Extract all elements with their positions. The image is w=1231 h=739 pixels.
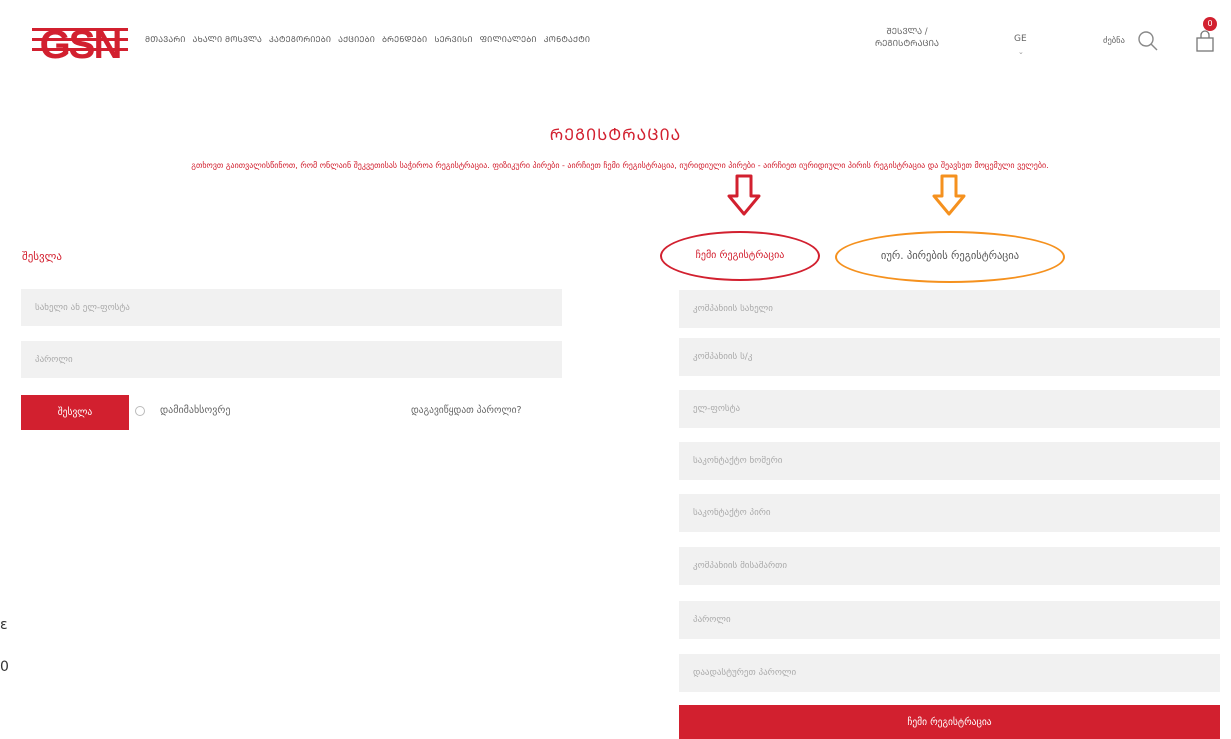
login-heading: შესვლა: [22, 250, 62, 263]
company-address-input[interactable]: [679, 547, 1220, 585]
red-arrow-down-icon: [727, 174, 761, 216]
register-password-input[interactable]: [679, 601, 1220, 639]
nav-item-branches[interactable]: ᲤᲘᲚᲘᲐᲚᲔᲑᲘ: [480, 34, 537, 45]
main-nav: ᲛᲗᲐᲕᲐᲠᲘ ᲐᲮᲐᲚᲘ ᲛᲝᲡᲕᲚᲐ ᲙᲐᲢᲔᲒᲝᲠᲘᲔᲑᲘ ᲐᲥᲪᲘᲔᲑᲘ…: [145, 34, 590, 45]
company-id-input[interactable]: [679, 338, 1220, 376]
nav-item-service[interactable]: ᲡᲔᲠᲕᲘᲡᲘ: [434, 34, 472, 45]
nav-item-sales[interactable]: ᲐᲥᲪᲘᲔᲑᲘ: [338, 34, 375, 45]
page-title: ᲠᲔᲒᲘᲡᲢᲠᲐᲪᲘᲐ: [549, 125, 682, 144]
language-selector[interactable]: GE: [1014, 34, 1027, 44]
side-cutoff-line: ε: [0, 617, 8, 633]
orange-arrow-down-icon: [932, 174, 966, 216]
nav-item-home[interactable]: ᲛᲗᲐᲕᲐᲠᲘ: [145, 34, 186, 45]
remember-me-label[interactable]: დამიმახსოვრე: [160, 405, 230, 416]
cart-count-badge: 0: [1203, 17, 1217, 31]
gsn-logo[interactable]: GSN: [32, 18, 128, 66]
login-register-link[interactable]: ᲨᲔᲡᲕᲚᲐ / ᲠᲔᲒᲘᲡᲢᲠᲐᲪᲘᲐ: [872, 26, 942, 50]
register-submit-button[interactable]: ჩემი რეგისტრაცია: [679, 705, 1220, 739]
remember-me-checkbox[interactable]: [135, 406, 145, 416]
side-cutoff-text: ε 0: [0, 604, 9, 688]
svg-text:GSN: GSN: [40, 23, 121, 66]
company-name-input[interactable]: [679, 290, 1220, 328]
tab-physical-registration[interactable]: ჩემი რეგისტრაცია: [660, 231, 820, 281]
search-label[interactable]: ძებნა: [1103, 36, 1125, 46]
side-cutoff-line: 0: [0, 659, 9, 675]
tab-legal-registration[interactable]: იურ. პირების რეგისტრაცია: [835, 231, 1065, 283]
login-email-input[interactable]: [21, 289, 562, 326]
contact-person-input[interactable]: [679, 494, 1220, 532]
nav-item-categories[interactable]: ᲙᲐᲢᲔᲒᲝᲠᲘᲔᲑᲘ: [269, 34, 331, 45]
login-button[interactable]: შესვლა: [21, 395, 129, 430]
nav-item-new-arrivals[interactable]: ᲐᲮᲐᲚᲘ ᲛᲝᲡᲕᲚᲐ: [193, 34, 262, 45]
contact-number-input[interactable]: [679, 442, 1220, 480]
tab-legal-label: იურ. პირების რეგისტრაცია: [880, 250, 1020, 262]
search-icon[interactable]: [1137, 30, 1159, 52]
login-password-input[interactable]: [21, 341, 562, 378]
registration-note: გთხოვთ გაითვალისწინოთ, რომ ონლაინ შეკვეთ…: [191, 161, 1049, 170]
forgot-password-link[interactable]: დაგავიწყდათ პაროლი?: [411, 405, 522, 416]
nav-item-brands[interactable]: ᲑᲠᲔᲜᲓᲔᲑᲘ: [382, 34, 427, 45]
shopping-bag-icon[interactable]: [1195, 30, 1215, 52]
email-input[interactable]: [679, 390, 1220, 428]
confirm-password-input[interactable]: [679, 654, 1220, 692]
chevron-down-icon: ⌄: [1018, 48, 1024, 56]
nav-item-contact[interactable]: ᲙᲝᲜᲢᲐᲥᲢᲘ: [544, 34, 590, 45]
tab-physical-label: ჩემი რეგისტრაცია: [695, 250, 785, 261]
